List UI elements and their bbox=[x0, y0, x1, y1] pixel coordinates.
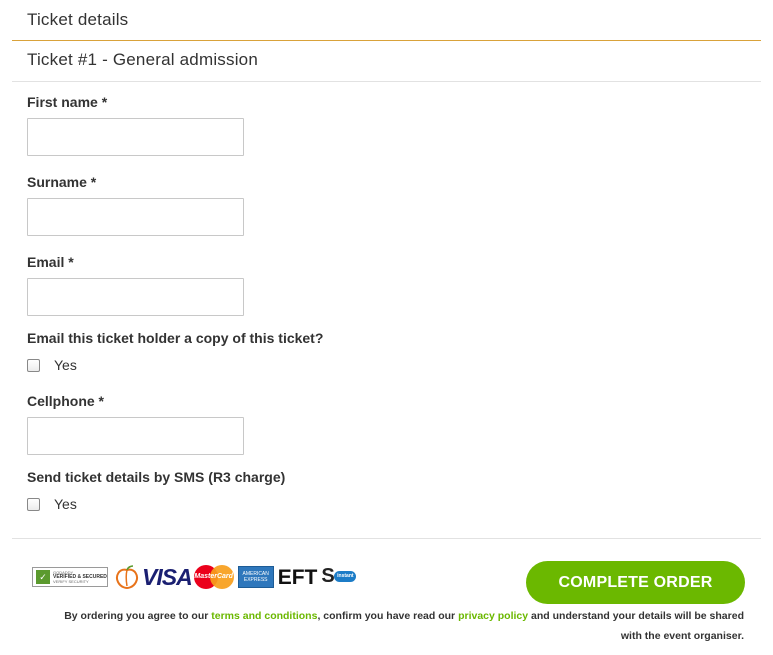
email-label: Email * bbox=[27, 254, 74, 270]
sms-checkbox[interactable] bbox=[27, 497, 40, 511]
email-input[interactable] bbox=[27, 278, 244, 316]
privacy-link[interactable]: privacy policy bbox=[458, 610, 528, 622]
sid-pill: instant EFT bbox=[334, 571, 357, 590]
sms-option[interactable]: Yes bbox=[27, 496, 77, 512]
first-name-label: First name * bbox=[27, 94, 108, 110]
terms-link[interactable]: terms and conditions bbox=[211, 610, 317, 622]
complete-order-button[interactable]: COMPLETE ORDER bbox=[526, 561, 745, 604]
shield-icon: ✓ bbox=[36, 570, 50, 584]
terms-prefix: By ordering you agree to our bbox=[64, 610, 212, 622]
sms-question: Send ticket details by SMS (R3 charge) bbox=[27, 469, 286, 485]
email-copy-option[interactable]: Yes bbox=[27, 357, 77, 373]
visa-logo: VISA bbox=[142, 563, 193, 590]
email-copy-yes-label[interactable]: Yes bbox=[54, 357, 77, 373]
surname-label: Surname * bbox=[27, 174, 97, 190]
mastercard-text: MasterCard bbox=[194, 573, 233, 580]
surname-input[interactable] bbox=[27, 198, 244, 236]
first-name-input[interactable] bbox=[27, 118, 244, 156]
amex-line2: EXPRESS bbox=[243, 577, 268, 583]
ticket-title: Ticket #1 - General admission bbox=[27, 50, 258, 69]
eft-logo: EFT bbox=[277, 565, 318, 589]
footer-divider bbox=[12, 538, 761, 539]
terms-suffix: and understand your details will be shar… bbox=[528, 610, 744, 642]
peach-payments-icon bbox=[116, 565, 138, 590]
email-copy-question: Email this ticket holder a copy of this … bbox=[27, 330, 324, 346]
godaddy-verified-badge: ✓ GODADDY VERIFIED & SECURED VERIFY SECU… bbox=[32, 567, 108, 587]
sid-letter: S bbox=[321, 565, 335, 587]
terms-middle: , confirm you have read our bbox=[317, 610, 459, 622]
email-copy-checkbox[interactable] bbox=[27, 358, 40, 372]
section-title: Ticket details bbox=[27, 10, 129, 29]
payment-badges: ✓ GODADDY VERIFIED & SECURED VERIFY SECU… bbox=[32, 564, 357, 590]
godaddy-line3: VERIFY SECURITY bbox=[53, 578, 89, 584]
section-divider bbox=[12, 40, 761, 41]
cellphone-input[interactable] bbox=[27, 417, 244, 455]
cellphone-label: Cellphone * bbox=[27, 393, 105, 409]
amex-logo: AMERICAN EXPRESS bbox=[237, 566, 274, 588]
sid-instant-eft-logo: S instant EFT bbox=[321, 565, 357, 590]
sms-yes-label[interactable]: Yes bbox=[54, 496, 77, 512]
terms-notice: By ordering you agree to our terms and c… bbox=[44, 606, 744, 646]
mastercard-logo: MasterCard bbox=[193, 565, 234, 589]
ticket-divider bbox=[12, 81, 761, 82]
